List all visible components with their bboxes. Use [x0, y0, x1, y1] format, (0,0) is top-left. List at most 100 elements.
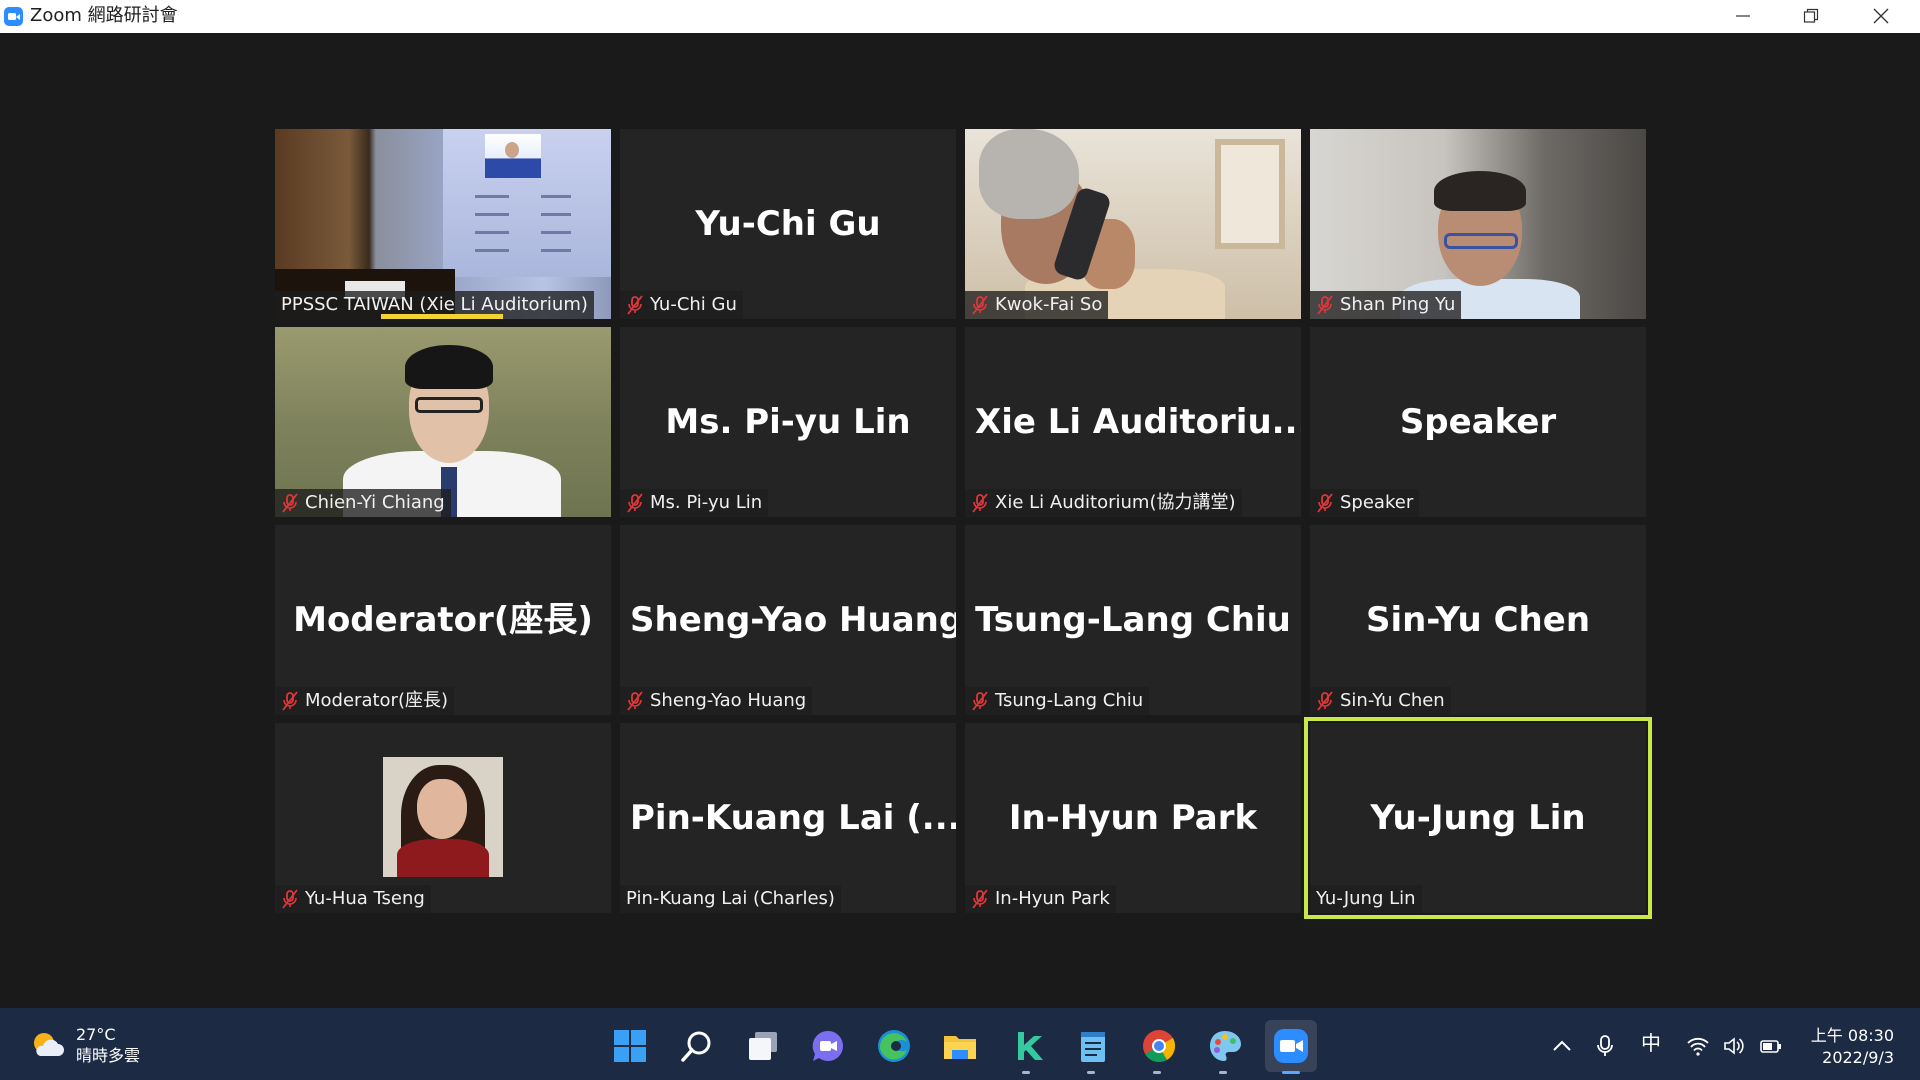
- weather-temperature[interactable]: 27°C: [76, 1025, 116, 1045]
- participant-name: Sheng-Yao Huang: [650, 690, 807, 711]
- participant-name-label: Xie Li Auditorium(協力講堂): [965, 489, 1242, 517]
- participant-name-label: Chien-Yi Chiang: [275, 489, 451, 517]
- gallery-view: PPSSC TAIWAN (Xie Li Auditorium) Yu-Chi …: [275, 129, 1652, 919]
- input-method-indicator[interactable]: 中: [1641, 1031, 1661, 1055]
- microphone-icon[interactable]: [1593, 1034, 1617, 1058]
- participant-name-label: Speaker: [1310, 489, 1420, 517]
- participant-display-name: Speaker: [1399, 402, 1557, 442]
- participant-tile[interactable]: In-Hyun Park In-Hyun Park: [965, 723, 1301, 913]
- mic-muted-icon: [1316, 690, 1334, 712]
- participant-display-name: Yu-Jung Lin: [1370, 798, 1586, 838]
- mic-muted-icon: [971, 888, 989, 910]
- participant-display-name: Pin-Kuang Lai (...: [630, 798, 956, 838]
- participant-tile[interactable]: Sheng-Yao Huang Sheng-Yao Huang: [620, 525, 956, 715]
- start-icon[interactable]: [612, 1028, 648, 1064]
- speaking-indicator: [381, 314, 503, 319]
- participant-name-label: Moderator(座長): [275, 687, 454, 715]
- participant-display-name: Yu-Chi Gu: [695, 204, 881, 244]
- close-icon: [1873, 8, 1889, 24]
- taskbar: 27°C 晴時多雲 中 上午 08:30 2022/9/3: [0, 1008, 1920, 1080]
- participant-tile[interactable]: Kwok-Fai So: [965, 129, 1301, 319]
- participant-display-name: Moderator(座長): [293, 600, 593, 640]
- show-hidden-icons-chevron-up-icon[interactable]: [1550, 1034, 1574, 1058]
- participant-name: Speaker: [1340, 492, 1414, 513]
- participant-tile[interactable]: Speaker Speaker: [1310, 327, 1646, 517]
- mic-muted-icon: [971, 690, 989, 712]
- participant-display-name: Ms. Pi-yu Lin: [665, 402, 911, 442]
- participant-name: Sin-Yu Chen: [1340, 690, 1445, 711]
- participant-name-label: Sin-Yu Chen: [1310, 687, 1451, 715]
- participant-name-label: Shan Ping Yu: [1310, 291, 1462, 319]
- participant-tile[interactable]: Shan Ping Yu: [1310, 129, 1646, 319]
- volume-icon[interactable]: [1722, 1034, 1746, 1058]
- participant-name: Pin-Kuang Lai (Charles): [626, 888, 835, 909]
- mic-muted-icon: [281, 888, 299, 910]
- window-title: Zoom 網路研討會: [30, 5, 178, 26]
- running-indicator: [1022, 1071, 1030, 1074]
- close-button[interactable]: [1850, 0, 1912, 33]
- paint-icon[interactable]: [1207, 1028, 1243, 1064]
- zoom-app-icon: [4, 7, 23, 26]
- participant-tile[interactable]: Chien-Yi Chiang: [275, 327, 611, 517]
- mic-muted-icon: [971, 492, 989, 514]
- participant-tile[interactable]: Ms. Pi-yu Lin Ms. Pi-yu Lin: [620, 327, 956, 517]
- participant-tile[interactable]: Yu-Hua Tseng: [275, 723, 611, 913]
- minimize-icon: [1736, 15, 1750, 17]
- participant-tile[interactable]: Moderator(座長) Moderator(座長): [275, 525, 611, 715]
- chat-icon[interactable]: [810, 1028, 846, 1064]
- notepad-icon[interactable]: [1075, 1028, 1111, 1064]
- participant-tile[interactable]: Sin-Yu Chen Sin-Yu Chen: [1310, 525, 1646, 715]
- participant-name: Ms. Pi-yu Lin: [650, 492, 763, 513]
- participant-tile[interactable]: Pin-Kuang Lai (... Pin-Kuang Lai (Charle…: [620, 723, 956, 913]
- edge-icon[interactable]: [876, 1028, 912, 1064]
- participant-name-label: Sheng-Yao Huang: [620, 687, 813, 715]
- participant-name-label: Kwok-Fai So: [965, 291, 1109, 319]
- restore-icon: [1803, 8, 1819, 23]
- kuaiya-k-icon[interactable]: [1010, 1028, 1046, 1064]
- participant-tile[interactable]: Tsung-Lang Chiu Tsung-Lang Chiu: [965, 525, 1301, 715]
- clock-date[interactable]: 2022/9/3: [1806, 1048, 1894, 1068]
- participant-name: In-Hyun Park: [995, 888, 1110, 909]
- title-bar: Zoom 網路研討會: [0, 0, 1920, 33]
- participant-tile[interactable]: Xie Li Auditoriu... Xie Li Auditorium(協力…: [965, 327, 1301, 517]
- participant-name: Yu-Hua Tseng: [305, 888, 425, 909]
- participant-name-label: Yu-Hua Tseng: [275, 885, 431, 913]
- participant-name: Xie Li Auditorium(協力講堂): [995, 492, 1236, 513]
- minimize-button[interactable]: [1712, 0, 1774, 33]
- chrome-icon[interactable]: [1141, 1028, 1177, 1064]
- weather-partly-cloudy-icon[interactable]: [30, 1030, 64, 1060]
- mic-muted-icon: [626, 690, 644, 712]
- clock-time[interactable]: 上午 08:30: [1806, 1026, 1894, 1046]
- participant-display-name: Xie Li Auditoriu...: [975, 402, 1301, 442]
- participant-name: Kwok-Fai So: [995, 294, 1103, 315]
- participant-display-name: In-Hyun Park: [1008, 798, 1258, 838]
- participant-tile[interactable]: PPSSC TAIWAN (Xie Li Auditorium): [275, 129, 611, 319]
- running-indicator: [1153, 1071, 1161, 1074]
- participant-name: Tsung-Lang Chiu: [995, 690, 1144, 711]
- participant-display-name: Sheng-Yao Huang: [630, 600, 956, 640]
- restore-button[interactable]: [1780, 0, 1842, 33]
- participant-name: Chien-Yi Chiang: [305, 492, 445, 513]
- participant-name: Yu-Jung Lin: [1316, 888, 1416, 909]
- participant-display-name: Sin-Yu Chen: [1365, 600, 1591, 640]
- participant-name: Shan Ping Yu: [1340, 294, 1456, 315]
- active-app-indicator: [1282, 1071, 1300, 1074]
- wifi-icon[interactable]: [1686, 1034, 1710, 1058]
- participant-name: Yu-Chi Gu: [650, 294, 737, 315]
- file-explorer-icon[interactable]: [942, 1028, 978, 1064]
- battery-icon[interactable]: [1759, 1034, 1783, 1058]
- participant-tile-active-speaker[interactable]: Yu-Jung Lin Yu-Jung Lin: [1304, 717, 1652, 919]
- participant-name-label: Yu-Chi Gu: [620, 291, 743, 319]
- participant-tile[interactable]: Yu-Chi Gu Yu-Chi Gu: [620, 129, 956, 319]
- participant-name-label: Pin-Kuang Lai (Charles): [620, 885, 841, 913]
- weather-description[interactable]: 晴時多雲: [76, 1046, 140, 1066]
- search-icon[interactable]: [679, 1028, 715, 1064]
- mic-muted-icon: [281, 492, 299, 514]
- running-indicator: [1219, 1071, 1227, 1074]
- participant-name-label: Tsung-Lang Chiu: [965, 687, 1150, 715]
- task-view-icon[interactable]: [745, 1028, 781, 1064]
- mic-muted-icon: [281, 690, 299, 712]
- participant-name-label: Ms. Pi-yu Lin: [620, 489, 769, 517]
- zoom-taskbar-icon[interactable]: [1265, 1020, 1317, 1072]
- profile-photo: [383, 757, 503, 877]
